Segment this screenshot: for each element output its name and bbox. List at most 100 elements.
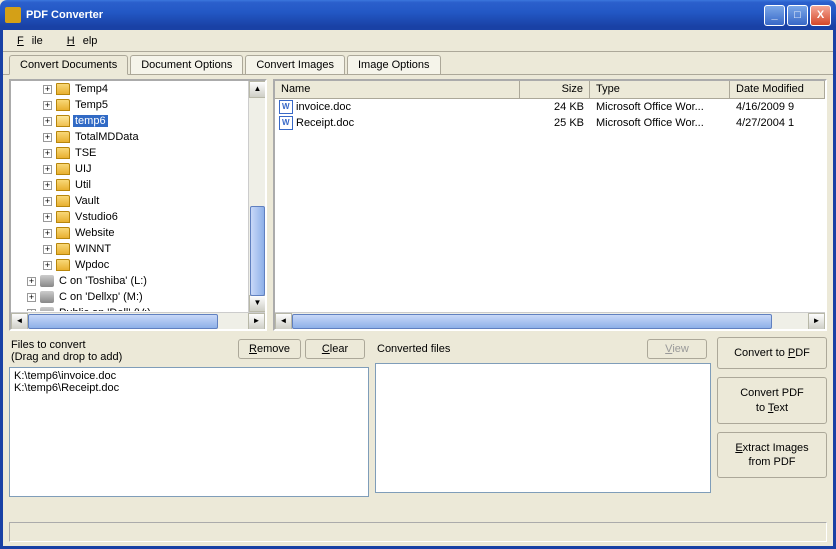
scroll-up-icon[interactable]: ▲ xyxy=(249,81,266,98)
folder-icon xyxy=(56,195,70,207)
tree-folder[interactable]: + Temp5 xyxy=(11,97,265,113)
tree-hscroll[interactable]: ◄ ► xyxy=(11,312,265,329)
folder-icon xyxy=(56,211,70,223)
file-name: invoice.doc xyxy=(296,101,351,113)
tree-label: TSE xyxy=(73,147,98,159)
file-date: 4/16/2009 9 xyxy=(730,101,825,113)
tree-folder[interactable]: + Website xyxy=(11,225,265,241)
col-name[interactable]: Name xyxy=(275,81,520,98)
convert-to-pdf-button[interactable]: Convert to PDF xyxy=(717,337,827,369)
convert-pdf-to-text-button[interactable]: Convert PDFto Text xyxy=(717,377,827,424)
doc-icon xyxy=(279,116,293,130)
queued-file[interactable]: K:\temp6\Receipt.doc xyxy=(14,382,364,394)
file-size: 25 KB xyxy=(520,117,590,129)
folder-icon xyxy=(56,243,70,255)
expand-icon[interactable]: + xyxy=(43,117,52,126)
close-button[interactable]: X xyxy=(810,5,831,26)
col-date[interactable]: Date Modified xyxy=(730,81,825,98)
tab-convert-images[interactable]: Convert Images xyxy=(245,55,345,74)
remove-button[interactable]: Remove xyxy=(238,339,301,359)
clear-button[interactable]: Clear xyxy=(305,339,365,359)
expand-icon[interactable]: + xyxy=(43,261,52,270)
tree-folder[interactable]: + Vault xyxy=(11,193,265,209)
list-item[interactable]: Receipt.doc25 KBMicrosoft Office Wor...4… xyxy=(275,115,825,131)
extract-images-button[interactable]: Extract Imagesfrom PDF xyxy=(717,432,827,479)
list-hscroll[interactable]: ◄ ► xyxy=(275,312,825,329)
tree-label: UIJ xyxy=(73,163,94,175)
expand-icon[interactable]: + xyxy=(43,165,52,174)
scroll-right-icon[interactable]: ► xyxy=(808,313,825,330)
expand-icon[interactable]: + xyxy=(27,277,36,286)
files-to-convert-label: Files to convert xyxy=(11,339,238,351)
file-list-pane: Name Size Type Date Modified invoice.doc… xyxy=(273,79,827,331)
expand-icon[interactable]: + xyxy=(43,149,52,158)
folder-tree-pane: +Temp4+Temp5+temp6+TotalMDData+TSE+UIJ+U… xyxy=(9,79,267,331)
tree-label: Util xyxy=(73,179,93,191)
list-item[interactable]: invoice.doc24 KBMicrosoft Office Wor...4… xyxy=(275,99,825,115)
file-date: 4/27/2004 1 xyxy=(730,117,825,129)
drag-hint: (Drag and drop to add) xyxy=(11,351,238,363)
maximize-button[interactable]: □ xyxy=(787,5,808,26)
tree-folder[interactable]: + Wpdoc xyxy=(11,257,265,273)
tree-label: Website xyxy=(73,227,117,239)
converted-files-list[interactable] xyxy=(375,363,711,493)
expand-icon[interactable]: + xyxy=(43,85,52,94)
tab-strip: Convert Documents Document Options Conve… xyxy=(3,52,833,75)
tree-label: C on 'Dellxp' (M:) xyxy=(57,291,145,303)
minimize-button[interactable]: _ xyxy=(764,5,785,26)
scroll-down-icon[interactable]: ▼ xyxy=(249,295,266,312)
tree-folder[interactable]: + WINNT xyxy=(11,241,265,257)
col-size[interactable]: Size xyxy=(520,81,590,98)
expand-icon[interactable]: + xyxy=(43,229,52,238)
tree-label: Public on 'Dell' (V:) xyxy=(57,307,153,311)
file-size: 24 KB xyxy=(520,101,590,113)
converted-files-label: Converted files xyxy=(377,343,647,355)
expand-icon[interactable]: + xyxy=(43,197,52,206)
drive-icon xyxy=(40,275,54,287)
tree-vscroll[interactable]: ▲ ▼ xyxy=(248,81,265,312)
tree-folder[interactable]: + TSE xyxy=(11,145,265,161)
tree-label: WINNT xyxy=(73,243,113,255)
tree-folder[interactable]: + UIJ xyxy=(11,161,265,177)
tree-folder[interactable]: +TotalMDData xyxy=(11,129,265,145)
expand-icon[interactable]: + xyxy=(43,245,52,254)
files-to-convert-list[interactable]: K:\temp6\invoice.docK:\temp6\Receipt.doc xyxy=(9,367,369,497)
col-type[interactable]: Type xyxy=(590,81,730,98)
menu-help[interactable]: Help xyxy=(59,33,114,49)
scroll-left-icon[interactable]: ◄ xyxy=(11,313,28,330)
scroll-left-icon[interactable]: ◄ xyxy=(275,313,292,330)
queued-file[interactable]: K:\temp6\invoice.doc xyxy=(14,370,364,382)
scroll-right-icon[interactable]: ► xyxy=(248,313,265,330)
tab-image-options[interactable]: Image Options xyxy=(347,55,441,74)
list-header: Name Size Type Date Modified xyxy=(275,81,825,99)
tab-convert-documents[interactable]: Convert Documents xyxy=(9,55,128,75)
expand-icon[interactable]: + xyxy=(43,101,52,110)
tree-folder[interactable]: + Util xyxy=(11,177,265,193)
tree-label: Temp5 xyxy=(73,99,110,111)
menu-bar: File Help xyxy=(3,30,833,52)
tab-document-options[interactable]: Document Options xyxy=(130,55,243,74)
expand-icon[interactable]: + xyxy=(43,213,52,222)
menu-file[interactable]: File xyxy=(9,33,59,49)
tree-drive[interactable]: + C on 'Dellxp' (M:) xyxy=(11,289,265,305)
doc-icon xyxy=(279,100,293,114)
tree-drive[interactable]: +C on 'Toshiba' (L:) xyxy=(11,273,265,289)
expand-icon[interactable]: + xyxy=(43,133,52,142)
tree-folder[interactable]: + Temp4 xyxy=(11,81,265,97)
view-button[interactable]: View xyxy=(647,339,707,359)
folder-icon xyxy=(56,259,70,271)
tree-folder[interactable]: +temp6 xyxy=(11,113,265,129)
expand-icon[interactable]: + xyxy=(27,309,36,312)
status-bar xyxy=(9,522,827,542)
tree-label: Temp4 xyxy=(73,83,110,95)
drive-icon xyxy=(40,291,54,303)
tree-folder[interactable]: +Vstudio6 xyxy=(11,209,265,225)
expand-icon[interactable]: + xyxy=(43,181,52,190)
tree-drive[interactable]: + Public on 'Dell' (V:) xyxy=(11,305,265,311)
file-name: Receipt.doc xyxy=(296,117,354,129)
folder-icon xyxy=(56,115,70,127)
folder-icon xyxy=(56,99,70,111)
tree-label: Vault xyxy=(73,195,101,207)
tree-label: Wpdoc xyxy=(73,259,111,271)
expand-icon[interactable]: + xyxy=(27,293,36,302)
